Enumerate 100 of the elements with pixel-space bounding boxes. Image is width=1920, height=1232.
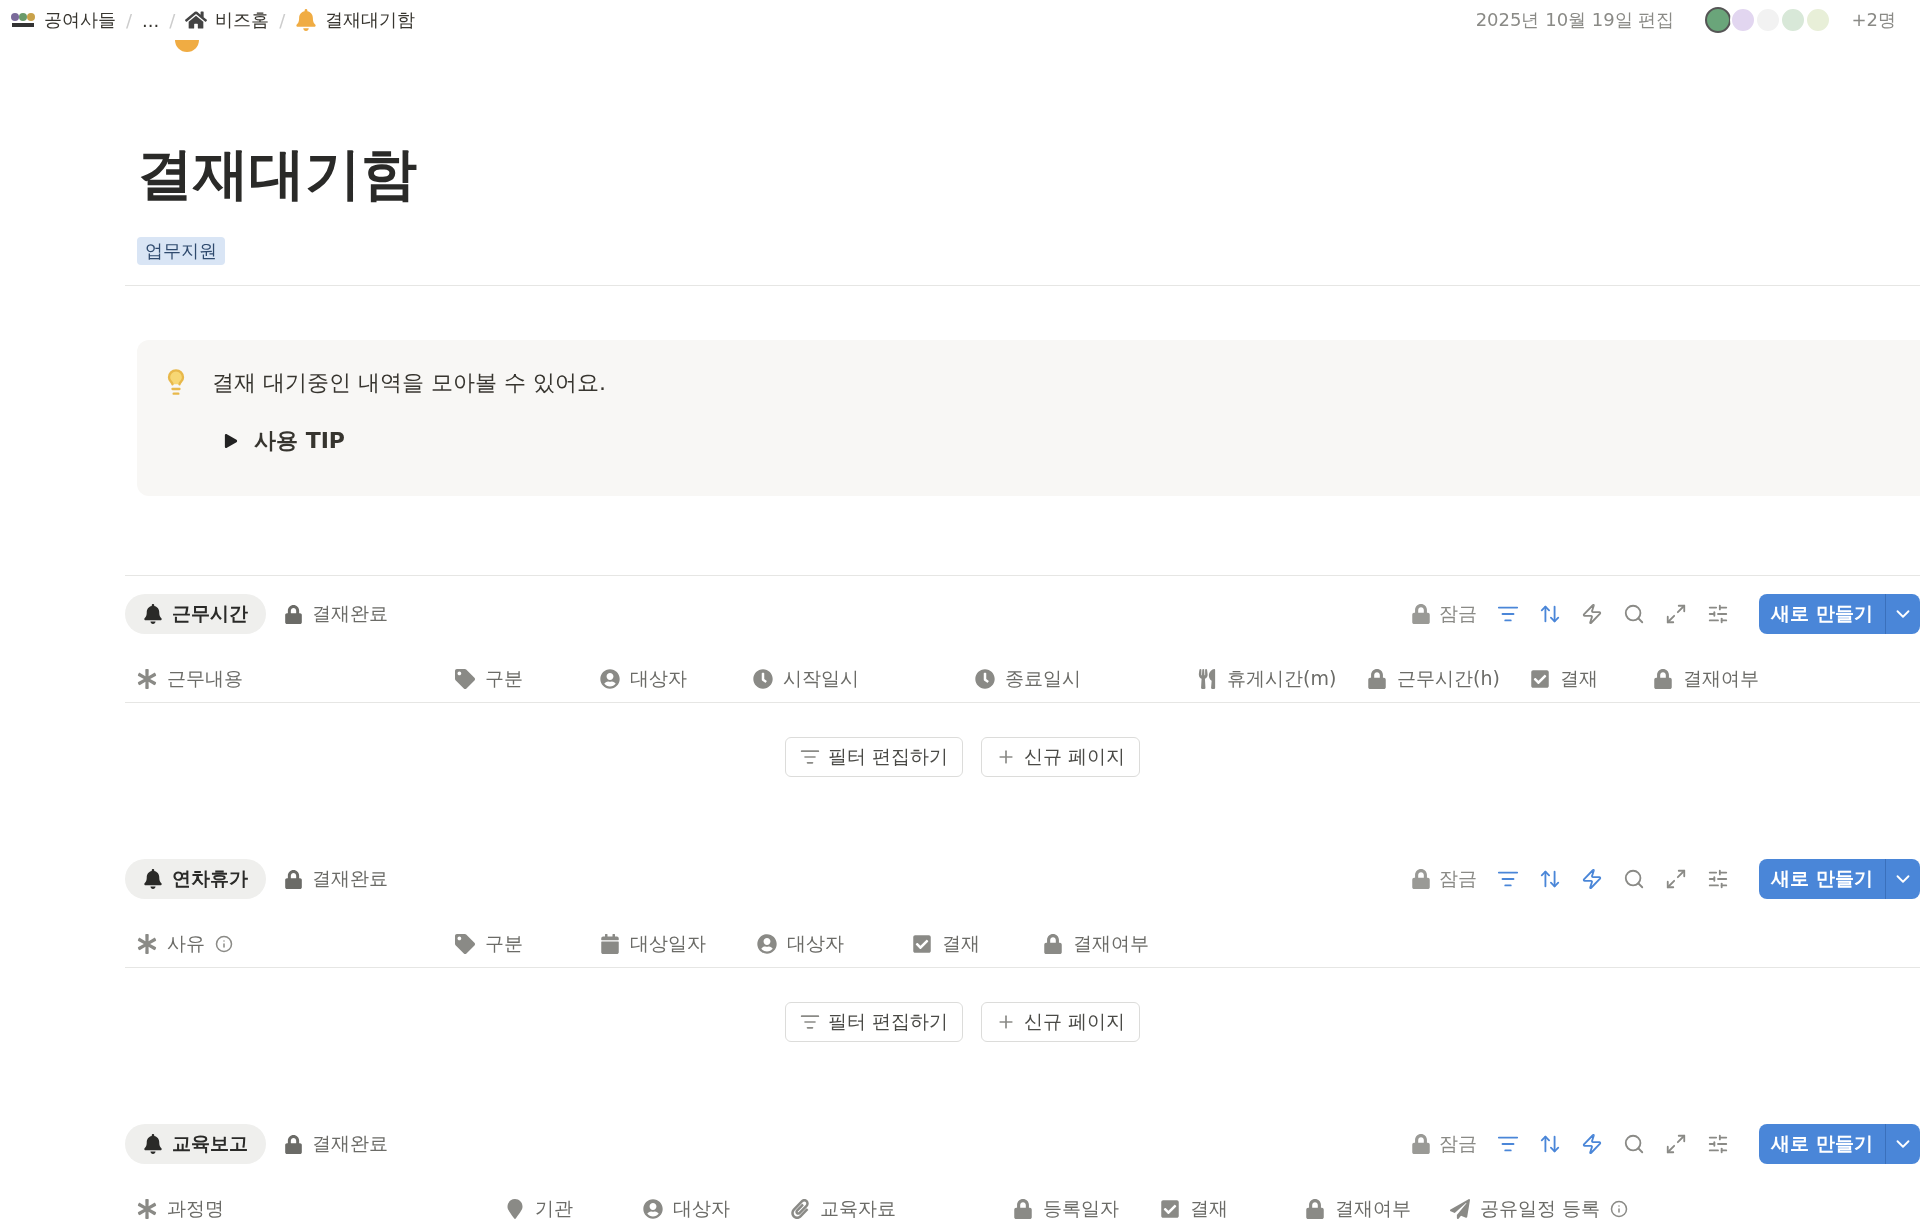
column-header[interactable]: 휴게시간(m) — [1227, 666, 1337, 693]
search-icon[interactable] — [1623, 868, 1646, 891]
tag-icon — [455, 669, 475, 690]
lock-icon — [1411, 869, 1432, 890]
info-icon[interactable] — [1610, 1200, 1629, 1219]
view-tab[interactable]: 교육보고 — [125, 1124, 266, 1165]
column-header[interactable]: 구분 — [485, 666, 523, 693]
column-header[interactable]: 기관 — [535, 1196, 573, 1223]
lock-button[interactable]: 잠금 — [1411, 866, 1478, 893]
settings-icon[interactable] — [1707, 1133, 1730, 1156]
search-icon[interactable] — [1623, 603, 1646, 626]
column-header[interactable]: 결재여부 — [1683, 666, 1759, 693]
breadcrumb-link[interactable]: 비즈홈 — [185, 8, 270, 32]
tag[interactable]: 업무지원 — [137, 237, 225, 266]
column-header[interactable]: 공유일정 등록 — [1480, 1196, 1601, 1223]
asterisk-icon — [137, 934, 157, 955]
triangle-icon — [224, 434, 238, 449]
column-header[interactable]: 시작일시 — [783, 666, 859, 693]
lock-icon — [284, 604, 303, 624]
new-button[interactable]: 새로 만들기 — [1759, 594, 1886, 635]
column-header[interactable]: 대상자 — [787, 931, 844, 958]
column-header[interactable]: 결재 — [1560, 666, 1598, 693]
more-users-count[interactable]: +2명 — [1851, 8, 1896, 32]
breadcrumb-link[interactable]: 공여사들 — [10, 8, 116, 32]
pin-icon — [505, 1199, 525, 1220]
lightning-icon[interactable] — [1581, 868, 1604, 891]
view-tab[interactable]: 결재완료 — [266, 594, 406, 635]
avatar[interactable] — [1705, 7, 1732, 33]
page-title: 결재대기함 — [137, 140, 418, 208]
column-header[interactable]: 대상자 — [673, 1196, 730, 1223]
settings-icon[interactable] — [1707, 603, 1730, 626]
column-header[interactable]: 결재 — [942, 931, 980, 958]
toggle[interactable]: 사용 TIP — [224, 426, 606, 457]
column-header[interactable]: 결재 — [1190, 1196, 1228, 1223]
lock-icon — [1411, 1134, 1432, 1155]
bell-icon — [295, 9, 318, 31]
breadcrumb-link[interactable]: 결재대기함 — [295, 8, 416, 32]
search-icon[interactable] — [1623, 1133, 1646, 1156]
column-header[interactable]: 결재여부 — [1073, 931, 1149, 958]
lock-icon — [1305, 1199, 1325, 1220]
column-header[interactable]: 대상자 — [630, 666, 687, 693]
column-header[interactable]: 대상일자 — [630, 931, 706, 958]
column-header[interactable]: 결재여부 — [1335, 1196, 1411, 1223]
view-tab[interactable]: 결재완료 — [266, 859, 406, 900]
lock-icon — [1043, 934, 1063, 955]
column-header[interactable]: 구분 — [485, 931, 523, 958]
expand-icon[interactable] — [1665, 603, 1688, 626]
view-tab[interactable]: 근무시간 — [125, 594, 266, 635]
column-header[interactable]: 근무내용 — [167, 666, 243, 693]
edit-filter-button[interactable]: 필터 편집하기 — [784, 737, 963, 778]
new-button[interactable]: 새로 만들기 — [1759, 859, 1886, 900]
bell-icon — [143, 1134, 163, 1155]
asterisk-icon — [137, 1199, 157, 1220]
view-tab[interactable]: 결재완료 — [266, 1124, 406, 1165]
column-header[interactable]: 등록일자 — [1043, 1196, 1119, 1223]
person-icon — [600, 669, 620, 690]
lock-icon — [1411, 604, 1432, 625]
new-page-button[interactable]: 신규 페이지 — [981, 1002, 1141, 1043]
breadcrumb-separator: / — [279, 9, 286, 31]
page-icon[interactable] — [175, 40, 199, 52]
bell-icon — [143, 604, 163, 625]
breadcrumb-separator: / — [169, 9, 176, 31]
settings-icon[interactable] — [1707, 868, 1730, 891]
asterisk-icon — [137, 669, 157, 690]
lightning-icon[interactable] — [1581, 1133, 1604, 1156]
view-tab[interactable]: 연차휴가 — [125, 859, 266, 900]
paperclip-icon — [790, 1199, 810, 1220]
home-icon — [185, 9, 208, 31]
new-page-button[interactable]: 신규 페이지 — [981, 737, 1141, 778]
lightning-icon[interactable] — [1581, 603, 1604, 626]
dropdown-button[interactable] — [1886, 594, 1920, 635]
paper-plane-icon — [1450, 1199, 1470, 1220]
column-header[interactable]: 근무시간(h) — [1397, 666, 1500, 693]
calendar-icon — [600, 934, 620, 955]
column-header[interactable]: 과정명 — [167, 1196, 224, 1223]
person-icon — [643, 1199, 663, 1220]
dropdown-button[interactable] — [1886, 859, 1920, 900]
lock-icon — [284, 1134, 303, 1154]
lock-icon — [1653, 669, 1673, 690]
checkbox-icon — [1160, 1199, 1180, 1220]
column-header[interactable]: 종료일시 — [1005, 666, 1081, 693]
clock-icon — [975, 669, 995, 690]
dropdown-button[interactable] — [1886, 1124, 1920, 1165]
expand-icon[interactable] — [1665, 868, 1688, 891]
edit-filter-button[interactable]: 필터 편집하기 — [784, 1002, 963, 1043]
clock-icon — [753, 669, 773, 690]
lock-icon — [284, 869, 303, 889]
breadcrumb-link[interactable]: ... — [142, 9, 160, 31]
callout-text: 결재 대기중인 내역을 모아볼 수 있어요. — [212, 369, 606, 398]
column-header[interactable]: 사유 — [167, 931, 205, 958]
expand-icon[interactable] — [1665, 1133, 1688, 1156]
new-button[interactable]: 새로 만들기 — [1759, 1124, 1886, 1165]
column-header[interactable]: 교육자료 — [820, 1196, 896, 1223]
lock-button[interactable]: 잠금 — [1411, 601, 1478, 628]
lock-button[interactable]: 잠금 — [1411, 1131, 1478, 1158]
info-icon[interactable] — [215, 935, 233, 954]
lock-icon — [1367, 669, 1387, 690]
logo-icon — [10, 11, 36, 29]
edited-date: 2025년 10월 19일 편집 — [1475, 8, 1675, 32]
checkbox-icon — [1530, 669, 1550, 690]
